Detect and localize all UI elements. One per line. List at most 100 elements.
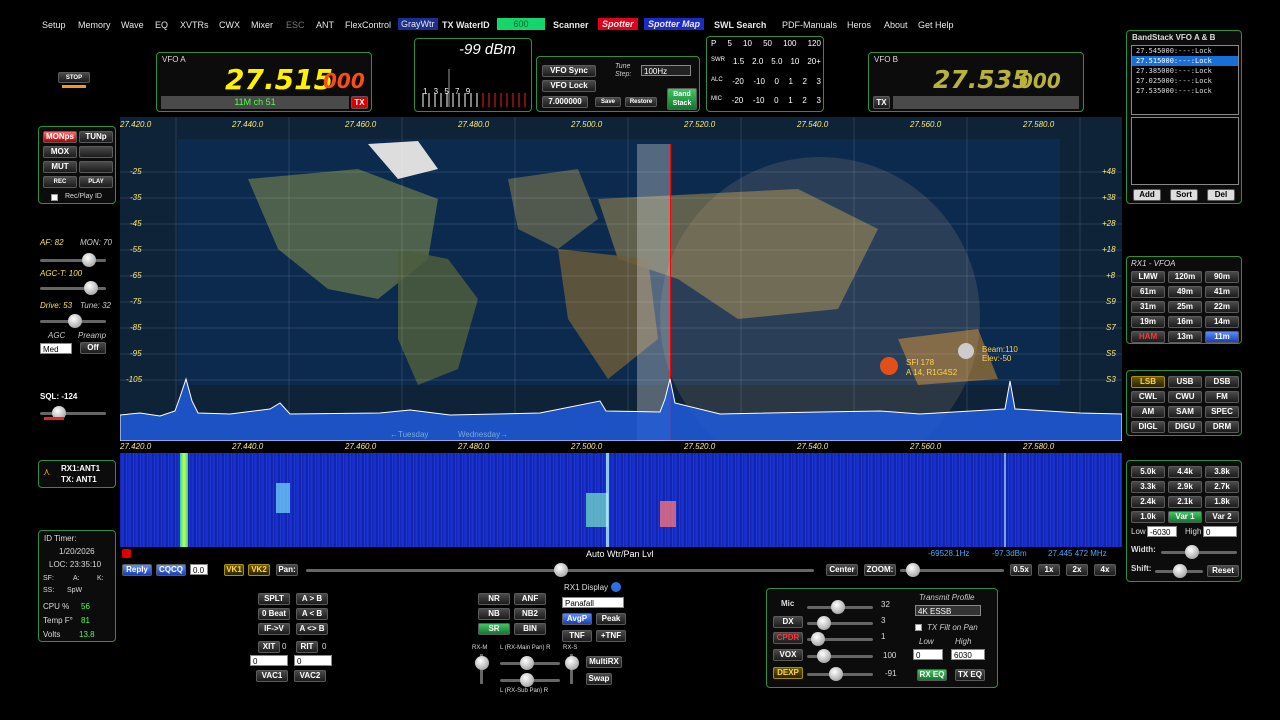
filter-21k-button[interactable]: 2.1k — [1168, 496, 1202, 508]
cqcq-button[interactable]: CQCQ — [156, 564, 186, 576]
center-button[interactable]: Center — [826, 564, 858, 576]
vfo-a-frequency[interactable]: 27.515 — [225, 63, 333, 96]
band-61m-button[interactable]: 61m — [1131, 286, 1165, 298]
plus-tnf-button[interactable]: +TNF — [596, 630, 626, 642]
band-25m-button[interactable]: 25m — [1168, 301, 1202, 313]
peak-button[interactable]: Peak — [596, 613, 626, 625]
vfo-b-frequency[interactable]: 27.535 — [933, 65, 1029, 94]
menu-eq[interactable]: EQ — [155, 20, 168, 30]
band-31m-button[interactable]: 31m — [1131, 301, 1165, 313]
a-to-b-button[interactable]: A > B — [296, 593, 328, 605]
filter-low-input[interactable]: -6030 — [1147, 526, 1177, 537]
bandstack-row[interactable]: 27.545000:---:Lock — [1132, 46, 1238, 56]
band-ham-button[interactable]: HAM — [1131, 331, 1165, 343]
if-to-v-button[interactable]: IF->V — [258, 623, 290, 635]
split-button[interactable]: SPLT — [258, 593, 290, 605]
menu-wave[interactable]: Wave — [121, 20, 144, 30]
cpdr-slider[interactable] — [811, 632, 825, 646]
zoom-2x-button[interactable]: 2x — [1066, 564, 1088, 576]
menu-scanner[interactable]: Scanner — [553, 20, 589, 30]
tx-high-input[interactable]: 6030 — [951, 649, 985, 660]
mode-lsb-button[interactable]: LSB — [1131, 376, 1165, 388]
auto-level-label[interactable]: Auto Wtr/Pan Lvl — [586, 549, 654, 559]
rit-input[interactable]: 0 — [294, 655, 332, 666]
mode-digu-button[interactable]: DIGU — [1168, 421, 1202, 433]
bandstack-row-selected[interactable]: 27.515000:---:Lock — [1132, 56, 1238, 66]
tx-antenna[interactable]: TX: ANT1 — [61, 475, 97, 484]
menu-about[interactable]: About — [884, 20, 908, 30]
zero-beat-button[interactable]: 0 Beat — [258, 608, 290, 620]
dx-button[interactable]: DX — [773, 616, 803, 628]
filter-44k-button[interactable]: 4.4k — [1168, 466, 1202, 478]
menu-mixer[interactable]: Mixer — [251, 20, 273, 30]
mode-spec-button[interactable]: SPEC — [1205, 406, 1239, 418]
rx-s-slider[interactable] — [565, 656, 579, 670]
band-14m-button[interactable]: 14m — [1205, 316, 1239, 328]
band-120m-button[interactable]: 120m — [1168, 271, 1202, 283]
band-11m-button[interactable]: 11m — [1205, 331, 1239, 343]
rec-button[interactable]: REC — [43, 176, 77, 188]
agct-slider[interactable] — [84, 281, 98, 295]
filter-reset-button[interactable]: Reset — [1207, 565, 1239, 577]
vk2-button[interactable]: VK2 — [248, 564, 270, 576]
band-90m-button[interactable]: 90m — [1205, 271, 1239, 283]
nb-button[interactable]: NB — [478, 608, 510, 620]
mut-button[interactable]: MUT — [43, 161, 77, 173]
filter-24k-button[interactable]: 2.4k — [1131, 496, 1165, 508]
bandstack-row[interactable]: 27.025000:---:Lock — [1132, 76, 1238, 86]
dexp-button[interactable]: DEXP — [773, 667, 803, 679]
zoom-slider[interactable] — [906, 563, 920, 577]
filter-high-input[interactable]: 0 — [1203, 526, 1237, 537]
tx-eq-button[interactable]: TX EQ — [955, 669, 985, 681]
dexp-slider[interactable] — [829, 667, 843, 681]
vfo-sync-button[interactable]: VFO Sync — [542, 65, 596, 77]
vk1-button[interactable]: VK1 — [224, 564, 244, 576]
band-49m-button[interactable]: 49m — [1168, 286, 1202, 298]
record-icon[interactable] — [122, 549, 131, 558]
filter-width-slider[interactable] — [1185, 545, 1199, 559]
xit-input[interactable]: 0 — [250, 655, 288, 666]
zoom-05x-button[interactable]: 0.5x — [1010, 564, 1032, 576]
recplay-checkbox[interactable] — [51, 194, 58, 201]
anf-button[interactable]: ANF — [514, 593, 546, 605]
bandstack-row[interactable]: 27.385000:---:Lock — [1132, 66, 1238, 76]
vfo-b-frequency-sub[interactable]: 000 — [1019, 69, 1061, 93]
stop-button[interactable]: STOP — [58, 72, 90, 83]
menu-xvtrs[interactable]: XVTRs — [180, 20, 209, 30]
bin-button[interactable]: BIN — [514, 623, 546, 635]
rx-antenna[interactable]: RX1:ANT1 — [61, 464, 100, 473]
menu-ant[interactable]: ANT — [316, 20, 334, 30]
blank-button[interactable] — [79, 146, 113, 158]
bandstack-row[interactable]: 27.535000:---:Lock — [1132, 86, 1238, 96]
play-button[interactable]: PLAY — [79, 176, 113, 188]
preamp-button[interactable]: Off — [80, 342, 106, 354]
filter-var2-button[interactable]: Var 2 — [1205, 511, 1239, 523]
menu-tx-waterid[interactable]: TX WaterID — [442, 20, 490, 30]
bandstack-sort-button[interactable]: Sort — [1170, 189, 1198, 201]
display-mode-select[interactable]: Panafall — [562, 597, 624, 608]
menu-swl-search[interactable]: SWL Search — [714, 20, 766, 30]
mode-dsb-button[interactable]: DSB — [1205, 376, 1239, 388]
menu-heros[interactable]: Heros — [847, 20, 871, 30]
mode-cwu-button[interactable]: CWU — [1168, 391, 1202, 403]
menu-cwx[interactable]: CWX — [219, 20, 240, 30]
xit-button[interactable]: XIT — [258, 641, 280, 653]
swap-rx-button[interactable]: Swap — [586, 673, 612, 685]
bandstack-add-button[interactable]: Add — [1133, 189, 1161, 201]
bandstack-del-button[interactable]: Del — [1207, 189, 1235, 201]
avgp-button[interactable]: AvgP — [562, 613, 592, 625]
swap-ab-button[interactable]: A <> B — [296, 623, 328, 635]
sub-pan-slider[interactable] — [520, 673, 534, 687]
filter-1k-button[interactable]: 1.0k — [1131, 511, 1165, 523]
mox-button[interactable]: MOX — [43, 146, 77, 158]
multirx-button[interactable]: MultiRX — [586, 656, 622, 668]
nr-button[interactable]: NR — [478, 593, 510, 605]
waterfall[interactable] — [120, 453, 1122, 547]
vac1-button[interactable]: VAC1 — [256, 670, 288, 682]
menu-graywtr[interactable]: GrayWtr — [398, 18, 438, 30]
filter-33k-button[interactable]: 3.3k — [1131, 481, 1165, 493]
nb2-button[interactable]: NB2 — [514, 608, 546, 620]
drive-slider[interactable] — [68, 314, 82, 328]
tune-step-select[interactable]: 100Hz — [641, 65, 691, 76]
mode-cwl-button[interactable]: CWL — [1131, 391, 1165, 403]
